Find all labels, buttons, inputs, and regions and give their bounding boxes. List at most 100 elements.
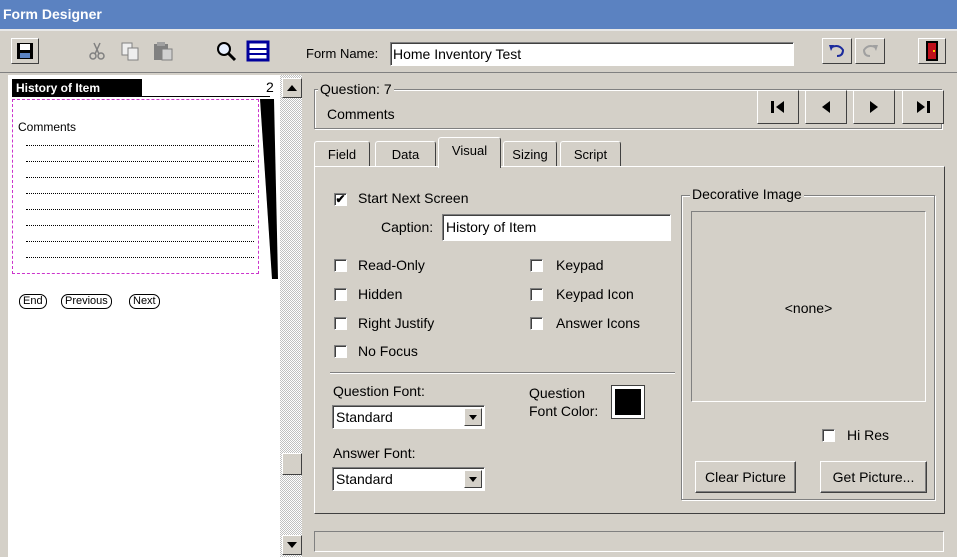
redo-button[interactable] [855,38,885,64]
question-name: Comments [327,106,395,122]
preview-next-button[interactable]: Next [129,294,160,309]
last-icon [917,101,930,113]
no-focus-label: No Focus [358,343,418,359]
copy-icon [121,42,139,61]
cut-button[interactable] [83,38,110,64]
preview-button[interactable] [212,38,240,64]
arrow-down-icon [287,542,297,548]
answer-icons-label: Answer Icons [556,315,641,331]
caption-input[interactable]: History of Item [442,214,671,241]
get-picture-button[interactable]: Get Picture... [820,461,927,493]
preview-question-caption: Comments [18,120,77,134]
chevron-down-icon[interactable] [464,408,482,426]
no-focus-checkbox[interactable] [334,345,347,358]
tab-data[interactable]: Data [375,141,436,166]
hidden-label: Hidden [358,286,403,302]
form-name-input[interactable]: Home Inventory Test [390,42,794,66]
answer-font-value: Standard [336,471,393,487]
previous-icon [822,101,830,113]
paste-icon [154,42,173,61]
keypad-label: Keypad [556,257,604,273]
paste-button[interactable] [149,38,177,64]
question-font-color-swatch[interactable] [611,385,645,419]
read-only-label: Read-Only [358,257,425,273]
preview-screen-number: 2 [266,79,274,95]
form-layout-icon [246,40,270,62]
preview-title-bar: History of Item [12,79,142,97]
magnifier-icon [217,42,237,62]
tab-field[interactable]: Field [314,141,370,166]
color-fill [615,389,641,415]
keypad-icon-label: Keypad Icon [556,286,634,302]
title-bar: Form Designer [0,0,957,31]
question-font-select[interactable]: Standard [332,405,485,429]
right-justify-label: Right Justify [358,315,435,331]
tab-script[interactable]: Script [560,141,621,166]
clear-picture-button[interactable]: Clear Picture [695,461,796,493]
next-question-button[interactable] [853,90,895,124]
screen-preview: History of Item 2 Comments [8,75,280,557]
save-button[interactable] [11,38,39,64]
scroll-down-button[interactable] [282,535,302,555]
keypad-icon-checkbox[interactable] [530,288,543,301]
chevron-down-icon[interactable] [464,470,482,488]
question-group-label: Question: 7 [318,81,394,97]
preview-line [26,209,254,210]
first-icon [771,101,784,113]
preview-end-button[interactable]: End [19,294,47,309]
first-question-button[interactable] [757,90,799,124]
preview-line [26,161,254,162]
preview-line [26,145,254,146]
status-bar [314,531,944,552]
caption-label: Caption: [381,219,434,235]
hi-res-label: Hi Res [847,427,890,443]
tab-sizing[interactable]: Sizing [503,141,557,166]
answer-font-select[interactable]: Standard [332,467,485,491]
decorative-image-preview[interactable]: <none> [691,211,926,402]
arrow-up-icon [287,85,297,91]
decorative-image-value: <none> [784,300,833,316]
answer-font-label: Answer Font: [333,445,416,461]
tab-visual[interactable]: Visual [438,137,501,168]
copy-button[interactable] [116,38,143,64]
question-font-color-label-2: Font Color: [529,403,599,419]
scroll-thumb[interactable] [282,453,302,475]
redo-icon [862,45,878,57]
read-only-checkbox[interactable] [334,259,347,272]
decorative-image-label: Decorative Image [690,186,804,202]
next-icon [870,101,878,113]
question-group [314,89,942,129]
right-justify-checkbox[interactable] [334,317,347,330]
undo-icon [829,45,845,57]
exit-button[interactable] [918,38,946,64]
question-font-label: Question Font: [333,383,425,399]
preview-previous-button[interactable]: Previous [61,294,112,309]
preview-scrollbar[interactable] [280,75,302,557]
cut-icon [89,42,105,60]
form-layout-button[interactable] [244,38,272,64]
hi-res-checkbox[interactable] [822,429,835,442]
preview-shadow [260,99,278,279]
start-next-screen-label: Start Next Screen [358,190,469,206]
undo-button[interactable] [822,38,852,64]
last-question-button[interactable] [902,90,944,124]
save-icon [17,43,33,59]
preview-line [26,177,254,178]
preview-line [26,257,254,258]
scroll-up-button[interactable] [282,78,302,98]
exit-door-icon [926,41,938,61]
previous-question-button[interactable] [805,90,847,124]
form-name-label: Form Name: [306,46,379,61]
preview-line [26,193,254,194]
hidden-checkbox[interactable] [334,288,347,301]
window-title: Form Designer [3,6,102,22]
answer-icons-checkbox[interactable] [530,317,543,330]
preview-screen-title: History of Item [16,81,101,95]
question-font-value: Standard [336,409,393,425]
keypad-checkbox[interactable] [530,259,543,272]
start-next-screen-checkbox[interactable]: ✔ [334,193,347,206]
preview-line [26,241,254,242]
question-font-color-label: Question [529,385,586,401]
preview-line [26,225,254,226]
separator [330,372,675,374]
